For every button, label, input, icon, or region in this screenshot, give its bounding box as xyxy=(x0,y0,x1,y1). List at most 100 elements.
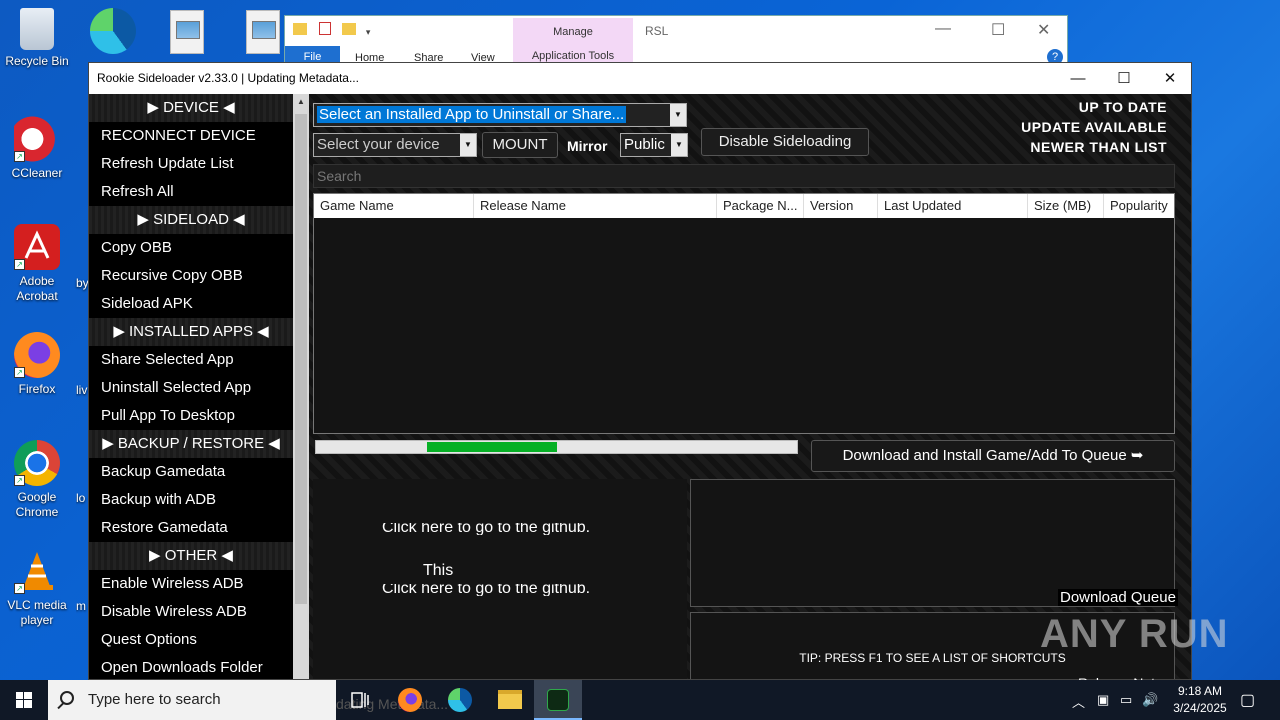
progress-bar xyxy=(315,440,798,454)
device-select-value: Select your device xyxy=(317,136,440,153)
edge-taskbar-icon[interactable] xyxy=(436,680,484,720)
manage-context-tab[interactable]: Manage Application Tools xyxy=(513,18,633,68)
sidebar-item-reconnect-device[interactable]: RECONNECT DEVICE xyxy=(89,122,293,150)
chevron-down-icon[interactable]: ▼ xyxy=(460,134,476,156)
system-clock[interactable]: 9:18 AM 3/24/2025 xyxy=(1165,683,1235,717)
file-explorer-window[interactable]: ▾ File Home Share View Manage Applicatio… xyxy=(284,15,1068,68)
maximize-icon[interactable]: ☐ xyxy=(991,20,1005,40)
properties-icon[interactable] xyxy=(318,22,331,35)
release-notes-panel[interactable]: Click here to go to the github. This Cli… xyxy=(313,479,687,679)
window-titlebar[interactable]: Rookie Sideloader v2.33.0 | Updating Met… xyxy=(89,63,1191,94)
edge-icon xyxy=(90,8,136,54)
network-icon[interactable]: ▣ xyxy=(1097,692,1109,708)
firefox-taskbar-icon[interactable] xyxy=(386,680,434,720)
tab-application-tools[interactable]: Application Tools xyxy=(513,50,633,62)
clock-date: 3/24/2025 xyxy=(1173,701,1227,715)
sidebar-item-uninstall-selected-app[interactable]: Uninstall Selected App xyxy=(89,374,293,402)
desktop-icon-recycle-bin[interactable]: Recycle Bin xyxy=(0,8,74,69)
manage-label: Manage xyxy=(553,26,593,38)
start-button[interactable] xyxy=(0,680,48,720)
folder-icon[interactable] xyxy=(293,23,307,35)
device-select[interactable]: Select your device ▼ xyxy=(313,133,477,157)
sidebar-item-quest-options[interactable]: Quest Options xyxy=(89,626,293,654)
shortcut-arrow-icon: ↗ xyxy=(14,583,25,594)
sidebar-item-enable-wireless-adb[interactable]: Enable Wireless ADB xyxy=(89,570,293,598)
desktop-icon-label: Google Chrome xyxy=(15,490,59,519)
column-header-last-updated[interactable]: Last Updated xyxy=(878,194,1028,218)
column-header-game-name[interactable]: Game Name xyxy=(314,194,474,218)
chevron-down-icon[interactable]: ▼ xyxy=(670,104,686,126)
mirror-select[interactable]: Public ▼ xyxy=(620,133,688,157)
image-file-icon[interactable] xyxy=(246,10,280,54)
google-chrome-icon: ↗ xyxy=(14,440,60,486)
sidebar-item-backup-gamedata[interactable]: Backup Gamedata xyxy=(89,458,293,486)
display-icon[interactable]: ▭ xyxy=(1120,692,1132,708)
shortcut-arrow-icon: ↗ xyxy=(14,151,25,162)
sidebar-item-refresh-update-list[interactable]: Refresh Update List xyxy=(89,150,293,178)
task-view-icon[interactable] xyxy=(336,680,384,720)
column-header-size[interactable]: Size (MB) xyxy=(1028,194,1104,218)
new-folder-icon[interactable] xyxy=(342,23,357,35)
show-hidden-icons-icon[interactable]: ︿ xyxy=(1072,692,1085,711)
watermark: ANY RUN xyxy=(1040,612,1229,656)
minimize-icon[interactable]: — xyxy=(935,20,951,38)
sidebar-item-sideload-apk[interactable]: Sideload APK xyxy=(89,290,293,318)
firefox-icon: ↗ xyxy=(14,332,60,378)
taskbar-search-placeholder: Type here to search xyxy=(88,691,221,708)
desktop-icon-adobe-acrobat[interactable]: ↗ Adobe Acrobat xyxy=(0,224,74,304)
sidebar-scrollbar[interactable]: ▲ xyxy=(293,94,309,679)
scrollbar-thumb[interactable] xyxy=(295,114,307,604)
sidebar-item-backup-with-adb[interactable]: Backup with ADB xyxy=(89,486,293,514)
desktop-icon-label: Firefox xyxy=(18,382,56,396)
section-header-sideload: ▶ SIDELOAD ◀ xyxy=(89,206,293,234)
sidebar-item-recursive-copy-obb[interactable]: Recursive Copy OBB xyxy=(89,262,293,290)
column-header-package-name[interactable]: Package N... xyxy=(717,194,804,218)
github-link[interactable]: Click here to go to the github. xyxy=(382,584,590,596)
download-install-button[interactable]: Download and Install Game/Add To Queue ➥ xyxy=(811,440,1175,472)
file-explorer-taskbar-icon[interactable] xyxy=(486,680,534,720)
windows-logo-icon xyxy=(16,692,32,708)
image-file-icon[interactable] xyxy=(170,10,204,54)
download-queue-label: Download Queue xyxy=(1058,589,1178,606)
installed-app-select-value: Select an Installed App to Uninstall or … xyxy=(317,106,627,123)
chevron-down-icon[interactable]: ▾ xyxy=(366,27,371,37)
sidebar-item-pull-app-to-desktop[interactable]: Pull App To Desktop xyxy=(89,402,293,430)
mount-button[interactable]: MOUNT xyxy=(482,132,558,158)
section-header-other: ▶ OTHER ◀ xyxy=(89,542,293,570)
search-input[interactable]: Search xyxy=(313,164,1175,188)
installed-app-select[interactable]: Select an Installed App to Uninstall or … xyxy=(313,103,687,127)
desktop-icon-vlc[interactable]: ↗ VLC media player xyxy=(0,548,74,628)
sidebar-item-refresh-all[interactable]: Refresh All xyxy=(89,178,293,206)
sidebar-item-share-selected-app[interactable]: Share Selected App xyxy=(89,346,293,374)
sidebar-item-disable-wireless-adb[interactable]: Disable Wireless ADB xyxy=(89,598,293,626)
desktop-icon-edge[interactable] xyxy=(76,8,150,58)
volume-icon[interactable]: 🔊 xyxy=(1142,692,1158,708)
clock-time: 9:18 AM xyxy=(1177,684,1223,698)
sidebar-item-restore-gamedata[interactable]: Restore Gamedata xyxy=(89,514,293,542)
column-header-version[interactable]: Version xyxy=(804,194,878,218)
desktop-icon-firefox[interactable]: ↗ Firefox xyxy=(0,332,74,397)
disable-sideloading-button[interactable]: Disable Sideloading xyxy=(701,128,869,156)
sidebar: ▶ DEVICE ◀ RECONNECT DEVICE Refresh Upda… xyxy=(89,94,293,679)
desktop-icon-google-chrome[interactable]: ↗ Google Chrome xyxy=(0,440,74,520)
sidebar-item-copy-obb[interactable]: Copy OBB xyxy=(89,234,293,262)
games-table[interactable]: Game Name Release Name Package N... Vers… xyxy=(313,193,1175,434)
close-button[interactable]: ✕ xyxy=(1147,63,1191,94)
notifications-icon[interactable]: ▢ xyxy=(1240,690,1255,710)
taskbar-search-box[interactable]: Type here to search xyxy=(48,680,336,720)
mirror-label: Mirror xyxy=(567,138,608,154)
desktop-icon-label: CCleaner xyxy=(11,166,63,180)
scroll-up-icon[interactable]: ▲ xyxy=(293,94,309,110)
column-header-popularity[interactable]: Popularity xyxy=(1104,194,1176,218)
sidebar-item-open-downloads-folder[interactable]: Open Downloads Folder xyxy=(89,654,293,679)
maximize-button[interactable]: ☐ xyxy=(1101,63,1147,94)
column-header-release-name[interactable]: Release Name xyxy=(474,194,717,218)
adobe-acrobat-icon: ↗ xyxy=(14,224,60,270)
rookie-taskbar-icon[interactable] xyxy=(534,680,582,720)
notes-text: This xyxy=(423,562,454,579)
minimize-button[interactable]: — xyxy=(1055,63,1101,94)
close-icon[interactable]: ✕ xyxy=(1037,20,1050,40)
desktop-icon-ccleaner[interactable]: ↗ CCleaner xyxy=(0,116,74,181)
chevron-down-icon[interactable]: ▼ xyxy=(671,134,687,156)
github-link[interactable]: Click here to go to the github. xyxy=(382,523,590,535)
